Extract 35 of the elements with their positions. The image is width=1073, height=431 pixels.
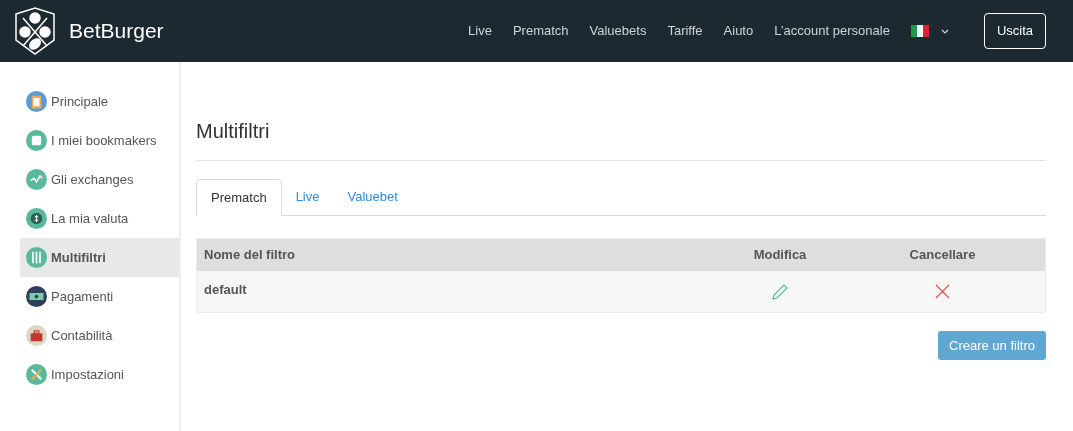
sliders-icon [26,247,47,268]
banknote-icon [26,286,47,307]
tab[interactable]: Live [281,179,334,215]
shield-logo-icon [13,6,57,56]
close-icon[interactable] [935,284,950,299]
sidebar-item[interactable]: Contabilità [20,316,179,355]
table-cell-text: default [203,281,248,299]
column-header: Modifica [752,246,808,265]
page-title: Multifiltri [196,119,271,144]
language-dropdown[interactable] [910,25,949,37]
nav-link[interactable]: Prematch [512,21,569,41]
sidebar-item[interactable]: La mia valuta [20,199,179,238]
sidebar-item[interactable]: Multifiltri [20,238,179,277]
column-header: Nome del filtro [203,246,296,265]
nav-link[interactable]: Tariffe [667,21,703,41]
tools-icon [26,364,47,385]
column-header: Cancellare [908,246,977,265]
pencil-icon[interactable] [771,282,789,301]
sidebar-item[interactable]: Principale [20,82,179,121]
flag-icon [910,25,929,37]
nav-link[interactable]: Valuebets [589,21,647,41]
tab[interactable]: Prematch [196,179,282,216]
sidebar-item[interactable]: I miei bookmakers [20,121,179,160]
chevron-down-icon [940,28,949,34]
sidebar-item[interactable]: Gli exchanges [20,160,179,199]
nav-link[interactable]: Live [468,21,492,41]
nav-link[interactable]: Aiuto [723,21,754,41]
briefcase-icon [26,325,47,346]
tab[interactable]: Valuebet [333,179,412,215]
sidebar-item[interactable]: Pagamenti [20,277,179,316]
sidebar-item[interactable]: Impostazioni [20,355,179,394]
logout-button[interactable]: Uscita [983,13,1046,49]
nav-link[interactable]: L’account personale [774,21,890,41]
clipboard-icon [26,91,47,112]
brand-name: BetBurger [69,18,164,45]
